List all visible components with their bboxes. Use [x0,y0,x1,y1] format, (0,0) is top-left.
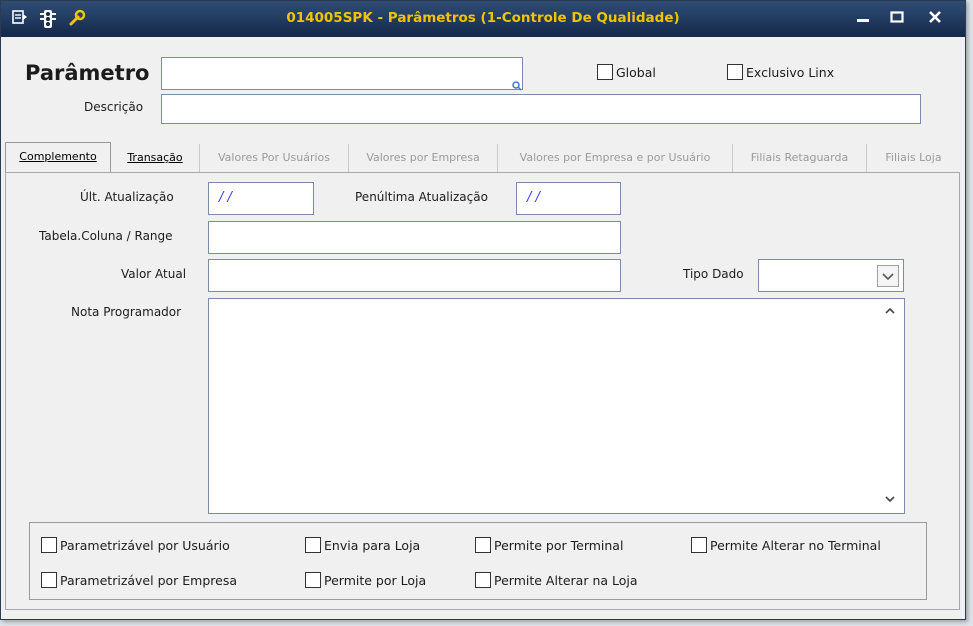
maximize-button[interactable] [883,7,911,31]
permite-alterar-loja-box[interactable] [475,572,491,588]
valor-atual-input[interactable] [208,259,621,292]
nota-textarea[interactable] [208,298,905,514]
minimize-button[interactable] [849,7,877,31]
parametro-label: Parâmetro [25,61,150,85]
chevron-down-icon [882,273,894,281]
tab-complemento[interactable]: Complemento [5,142,111,172]
close-button[interactable] [921,7,949,31]
permite-loja-checkbox[interactable]: Permite por Loja [305,572,426,588]
permite-alterar-loja-checkbox[interactable]: Permite Alterar na Loja [475,572,638,588]
scroll-down-icon[interactable] [881,492,899,510]
window-title: 014005SPK - Parâmetros (1-Controle De Qu… [286,10,680,26]
tab-filiais-loja[interactable]: Filiais Loja [867,144,960,172]
envia-loja-label: Envia para Loja [324,537,421,553]
tab-filiais-retaguarda[interactable]: Filiais Retaguarda [733,144,867,172]
parametrizavel-empresa-label: Parametrizável por Empresa [60,572,238,588]
parametrizavel-empresa-checkbox[interactable]: Parametrizável por Empresa [41,572,237,588]
tab-valores-empresa[interactable]: Valores por Empresa [349,144,498,172]
options-group [29,522,927,600]
global-checkbox[interactable]: Global [597,64,656,80]
valor-atual-label: Valor Atual [121,267,187,281]
permite-alterar-terminal-label: Permite Alterar no Terminal [710,537,881,553]
tipo-dado-dropdown-button[interactable] [877,265,899,287]
penultima-label: Penúltima Atualização [355,190,488,204]
global-checkbox-box[interactable] [597,64,613,80]
exclusivo-checkbox[interactable]: Exclusivo Linx [727,64,834,80]
parameters-window: 014005SPK - Parâmetros (1-Controle De Qu… [0,0,966,620]
tabela-input[interactable] [208,221,621,254]
scroll-up-icon[interactable] [881,304,899,322]
ult-atualizacao-input[interactable]: / / [208,182,314,215]
nota-label: Nota Programador [71,305,182,319]
permite-alterar-terminal-checkbox[interactable]: Permite Alterar no Terminal [691,537,881,553]
permite-terminal-label: Permite por Terminal [494,537,624,553]
tabela-label: Tabela.Coluna / Range [39,229,173,243]
parametrizavel-usuario-box[interactable] [41,537,57,553]
permite-loja-label: Permite por Loja [324,572,427,588]
parametrizavel-usuario-checkbox[interactable]: Parametrizável por Usuário [41,537,230,553]
permite-terminal-box[interactable] [475,537,491,553]
parametro-input[interactable] [161,57,523,90]
tab-valores-usuarios[interactable]: Valores Por Usuários [200,144,349,172]
global-label: Global [616,64,656,80]
parametrizavel-empresa-box[interactable] [41,572,57,588]
ult-atualizacao-label: Últ. Atualização [80,190,174,204]
title-bar: 014005SPK - Parâmetros (1-Controle De Qu… [1,1,965,37]
envia-loja-box[interactable] [305,537,321,553]
penultima-input[interactable]: / / [516,182,621,215]
descricao-input[interactable] [161,94,921,124]
descricao-label: Descrição [84,100,144,114]
exclusivo-checkbox-box[interactable] [727,64,743,80]
envia-loja-checkbox[interactable]: Envia para Loja [305,537,420,553]
lookup-icon[interactable] [512,80,522,91]
parametrizavel-usuario-label: Parametrizável por Usuário [60,537,230,553]
permite-alterar-terminal-box[interactable] [691,537,707,553]
tab-bar: Complemento Transação Valores Por Usuári… [5,142,961,173]
permite-terminal-checkbox[interactable]: Permite por Terminal [475,537,623,553]
permite-loja-box[interactable] [305,572,321,588]
tab-valores-empresa-usuario[interactable]: Valores por Empresa e por Usuário [498,144,733,172]
exclusivo-label: Exclusivo Linx [746,64,835,80]
permite-alterar-loja-label: Permite Alterar na Loja [494,572,638,588]
tipo-dado-label: Tipo Dado [683,267,744,281]
tab-transacao[interactable]: Transação [111,144,200,172]
